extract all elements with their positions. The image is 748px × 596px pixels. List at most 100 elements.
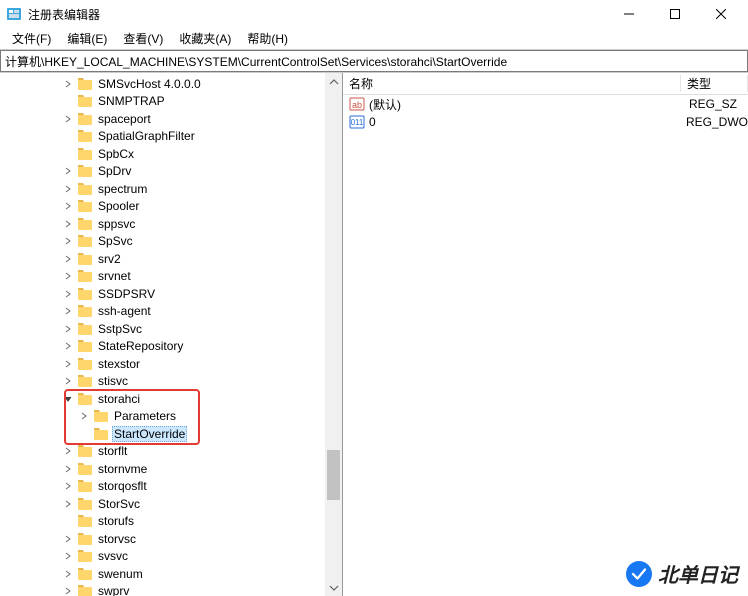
folder-icon — [77, 77, 93, 91]
tree-item[interactable]: svsvc — [0, 548, 342, 566]
tree-item[interactable]: swprv — [0, 583, 342, 596]
col-name-header[interactable]: 名称 — [343, 75, 681, 92]
value-type: REG_SZ — [683, 97, 737, 111]
tree-item[interactable]: storufs — [0, 513, 342, 531]
tree-item[interactable]: SpatialGraphFilter — [0, 128, 342, 146]
expand-chevron-icon[interactable] — [62, 80, 74, 88]
tree-item[interactable]: spaceport — [0, 110, 342, 128]
tree-item[interactable]: SNMPTRAP — [0, 93, 342, 111]
values-pane: 名称 类型 ab(默认)REG_SZ0110REG_DWO — [343, 73, 748, 596]
tree-item[interactable]: sppsvc — [0, 215, 342, 233]
folder-icon — [77, 532, 93, 546]
expand-chevron-icon[interactable] — [62, 325, 74, 333]
col-type-header[interactable]: 类型 — [681, 75, 748, 92]
expand-chevron-icon[interactable] — [62, 395, 74, 403]
scroll-up-arrow[interactable] — [325, 73, 342, 90]
scroll-down-arrow[interactable] — [325, 579, 342, 596]
svg-text:011: 011 — [351, 118, 364, 127]
expand-chevron-icon[interactable] — [62, 465, 74, 473]
tree-item[interactable]: storvsc — [0, 530, 342, 548]
expand-chevron-icon[interactable] — [62, 552, 74, 560]
list-header: 名称 类型 — [343, 73, 748, 95]
expand-chevron-icon[interactable] — [62, 500, 74, 508]
menu-edit[interactable]: 编辑(E) — [59, 28, 115, 49]
tree-item-label: storflt — [96, 443, 129, 459]
menu-file[interactable]: 文件(F) — [4, 28, 59, 49]
expand-chevron-icon[interactable] — [62, 447, 74, 455]
tree-item-label: stexstor — [96, 356, 142, 372]
tree-item[interactable]: stornvme — [0, 460, 342, 478]
expand-chevron-icon[interactable] — [78, 412, 90, 420]
address-bar[interactable]: 计算机\HKEY_LOCAL_MACHINE\SYSTEM\CurrentCon… — [0, 50, 748, 72]
expand-chevron-icon[interactable] — [62, 237, 74, 245]
expand-chevron-icon[interactable] — [62, 167, 74, 175]
tree-item[interactable]: spectrum — [0, 180, 342, 198]
tree-item[interactable]: SSDPSRV — [0, 285, 342, 303]
expand-chevron-icon[interactable] — [62, 255, 74, 263]
tree-item[interactable]: storflt — [0, 443, 342, 461]
scroll-thumb[interactable] — [327, 450, 340, 500]
expand-chevron-icon[interactable] — [62, 360, 74, 368]
tree-item-label: svsvc — [96, 548, 130, 564]
expand-chevron-icon[interactable] — [62, 482, 74, 490]
folder-icon — [93, 409, 109, 423]
folder-icon — [77, 374, 93, 388]
menu-view[interactable]: 查看(V) — [115, 28, 171, 49]
tree-item[interactable]: srvnet — [0, 268, 342, 286]
folder-icon — [77, 182, 93, 196]
expand-chevron-icon[interactable] — [62, 185, 74, 193]
minimize-button[interactable] — [606, 0, 652, 28]
expand-chevron-icon[interactable] — [62, 570, 74, 578]
folder-icon — [77, 252, 93, 266]
list-row[interactable]: 0110REG_DWO — [343, 113, 748, 131]
list-body[interactable]: ab(默认)REG_SZ0110REG_DWO — [343, 95, 748, 131]
expand-chevron-icon[interactable] — [62, 115, 74, 123]
tree-scrollbar[interactable] — [325, 73, 342, 596]
menu-help[interactable]: 帮助(H) — [239, 28, 296, 49]
tree-item[interactable]: srv2 — [0, 250, 342, 268]
close-button[interactable] — [698, 0, 744, 28]
tree-item[interactable]: SpSvc — [0, 233, 342, 251]
menu-favorites[interactable]: 收藏夹(A) — [171, 28, 239, 49]
watermark: 北单日记 — [626, 559, 738, 588]
tree-item[interactable]: StateRepository — [0, 338, 342, 356]
tree-item-label: storvsc — [96, 531, 138, 547]
list-row[interactable]: ab(默认)REG_SZ — [343, 95, 748, 113]
maximize-button[interactable] — [652, 0, 698, 28]
tree-item[interactable]: Spooler — [0, 198, 342, 216]
tree-item[interactable]: Parameters — [0, 408, 342, 426]
expand-chevron-icon[interactable] — [62, 587, 74, 595]
tree-item[interactable]: StorSvc — [0, 495, 342, 513]
tree-item[interactable]: ssh-agent — [0, 303, 342, 321]
folder-icon — [77, 339, 93, 353]
tree-item[interactable]: SpbCx — [0, 145, 342, 163]
expand-chevron-icon[interactable] — [62, 220, 74, 228]
tree-item-label: SpbCx — [96, 146, 136, 162]
expand-chevron-icon[interactable] — [62, 202, 74, 210]
expand-chevron-icon[interactable] — [62, 307, 74, 315]
folder-icon — [77, 514, 93, 528]
tree-item[interactable]: SpDrv — [0, 163, 342, 181]
folder-icon — [77, 217, 93, 231]
scroll-track[interactable] — [325, 90, 342, 579]
tree-item-label: StorSvc — [96, 496, 142, 512]
registry-tree[interactable]: SMSvcHost 4.0.0.0SNMPTRAPspaceportSpatia… — [0, 73, 342, 596]
tree-item[interactable]: swenum — [0, 565, 342, 583]
tree-item-label: SSDPSRV — [96, 286, 157, 302]
expand-chevron-icon[interactable] — [62, 290, 74, 298]
tree-item[interactable]: storqosflt — [0, 478, 342, 496]
expand-chevron-icon[interactable] — [62, 535, 74, 543]
folder-icon — [77, 357, 93, 371]
expand-chevron-icon[interactable] — [62, 377, 74, 385]
tree-item[interactable]: storahci — [0, 390, 342, 408]
expand-chevron-icon[interactable] — [62, 272, 74, 280]
tree-item-label: SpDrv — [96, 163, 133, 179]
folder-icon — [77, 392, 93, 406]
expand-chevron-icon[interactable] — [62, 342, 74, 350]
tree-item[interactable]: SstpSvc — [0, 320, 342, 338]
tree-item[interactable]: stexstor — [0, 355, 342, 373]
tree-item[interactable]: stisvc — [0, 373, 342, 391]
tree-item[interactable]: StartOverride — [0, 425, 342, 443]
tree-item-label: SpSvc — [96, 233, 135, 249]
tree-item[interactable]: SMSvcHost 4.0.0.0 — [0, 75, 342, 93]
